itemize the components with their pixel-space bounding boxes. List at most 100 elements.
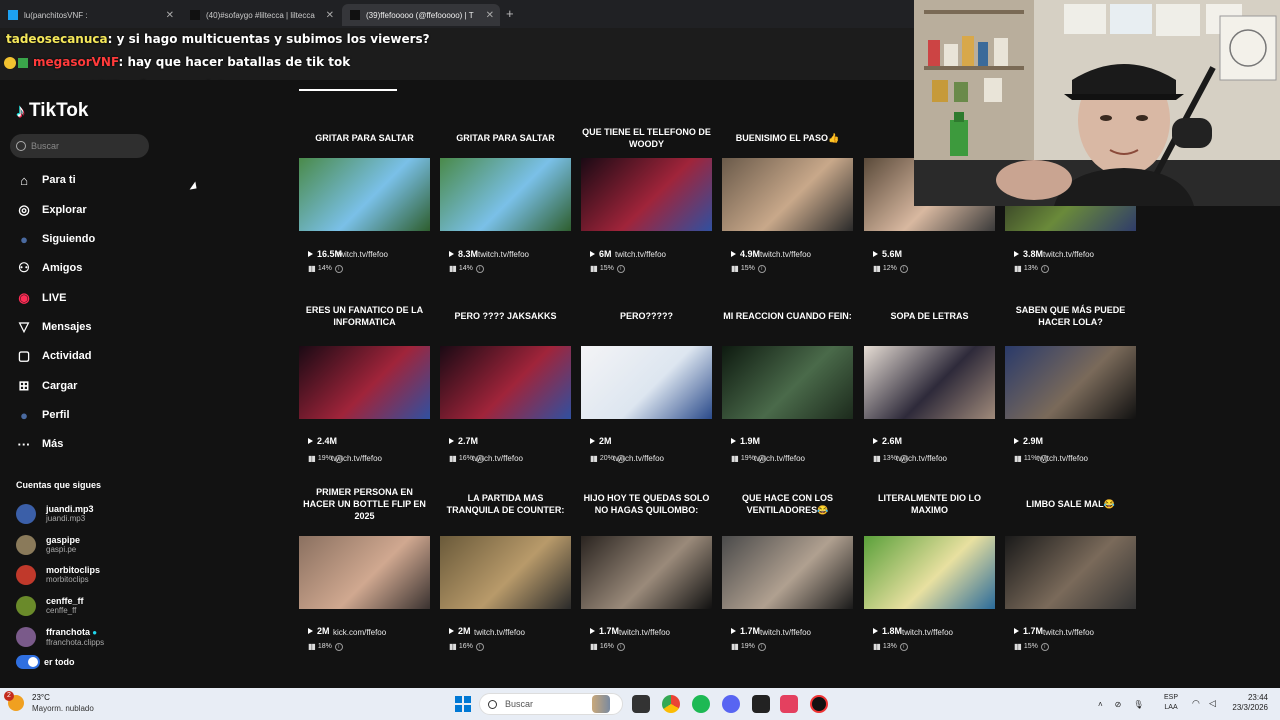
info-icon[interactable]: i <box>334 642 343 651</box>
info-icon[interactable]: i <box>334 264 343 273</box>
engagement-percent: ▮▮ 19% i <box>731 642 766 651</box>
video-thumbnail[interactable] <box>299 158 430 231</box>
browser-tab-title: (39)ffefooooo (@ffefooooo) | T <box>366 10 474 20</box>
video-thumbnail[interactable] <box>864 536 995 609</box>
info-icon[interactable]: i <box>475 454 484 463</box>
video-thumbnail[interactable] <box>722 536 853 609</box>
video-card[interactable]: PRIMER PERSONA EN HACER UN BOTTLE FLIP E… <box>299 484 430 651</box>
video-thumbnail[interactable] <box>722 158 853 231</box>
video-card[interactable]: SABEN QUE MÁS PUEDE HACER LOLA? 2.9M twitc… <box>1005 296 1136 463</box>
video-thumbnail[interactable] <box>581 158 712 231</box>
video-thumbnail[interactable] <box>581 346 712 419</box>
following-account[interactable]: morbitoclips morbitoclips <box>16 563 100 587</box>
video-card[interactable]: PERO ???? JAKSAKKS 2.7M twitch.tv/ffefoo ▮▮… <box>440 296 571 463</box>
network-icon[interactable]: ⊘ <box>1115 700 1122 709</box>
tray-chevron-icon[interactable]: ˄ <box>1098 700 1103 709</box>
sidebar-item-cargar[interactable]: ⊞ Cargar <box>16 376 78 396</box>
language-indicator[interactable]: ESP LAA <box>1164 693 1178 713</box>
widgets-icon[interactable] <box>592 695 610 713</box>
info-icon[interactable]: i <box>899 642 908 651</box>
video-card[interactable]: GRITAR PARA SALTAR 8.3M twitch.tv/ffefoo ▮▮… <box>440 118 571 273</box>
new-tab-button[interactable]: + <box>506 6 514 21</box>
video-card[interactable]: QUE TIENE EL TELEFONO DE WOODY 6M twitch.t… <box>581 118 712 273</box>
tiktok-logo[interactable]: ♪ TikTok <box>16 100 88 122</box>
info-icon[interactable]: i <box>1040 264 1049 273</box>
following-account[interactable]: ffranchota ● ffranchota.clipps <box>16 625 104 649</box>
sidebar-item-para-ti[interactable]: ⌂ Para ti <box>16 170 76 190</box>
video-card[interactable]: LA PARTIDA MAS TRANQUILA DE COUNTER: 2M tw… <box>440 484 571 651</box>
sidebar-item-actividad[interactable]: ▢ Actividad <box>16 346 92 366</box>
following-account[interactable]: juandi.mp3 juandi.mp3 <box>16 502 94 526</box>
info-icon[interactable]: i <box>757 642 766 651</box>
info-icon[interactable]: i <box>616 454 625 463</box>
video-thumbnail[interactable] <box>581 536 712 609</box>
video-card[interactable]: LITERALMENTE DIO LO MAXIMO 1.8M twitch.tv/… <box>864 484 995 651</box>
tiktok-app-icon[interactable] <box>780 695 798 713</box>
video-thumbnail[interactable] <box>299 536 430 609</box>
obs-icon[interactable] <box>810 695 828 713</box>
video-thumbnail[interactable] <box>440 536 571 609</box>
info-icon[interactable]: i <box>616 642 625 651</box>
info-icon[interactable]: i <box>757 454 766 463</box>
browser-tab[interactable]: lu(panchitosVNF : ✕ <box>0 4 180 26</box>
info-icon[interactable]: i <box>757 264 766 273</box>
video-card[interactable]: HIJO HOY TE QUEDAS SOLO NO HAGAS QUILOMB… <box>581 484 712 651</box>
video-card[interactable]: QUE HACE CON LOS VENTILADORES😂 1.7M twitch… <box>722 484 853 651</box>
system-clock[interactable]: 23:44 23/3/2026 <box>1222 693 1268 713</box>
sidebar-item-live[interactable]: ◉ LIVE <box>16 288 66 308</box>
close-tab-icon[interactable]: ✕ <box>486 10 494 21</box>
video-thumbnail[interactable] <box>722 346 853 419</box>
webcam-overlay <box>914 0 1280 206</box>
following-account[interactable]: gaspipe gaspi.pe <box>16 533 80 557</box>
video-card[interactable]: PERO????? 2M twitch.tv/ffefoo ▮▮ 20% i <box>581 296 712 463</box>
video-thumbnail[interactable] <box>1005 536 1136 609</box>
info-icon[interactable]: i <box>1040 454 1049 463</box>
video-thumbnail[interactable] <box>440 158 571 231</box>
close-tab-icon[interactable]: ✕ <box>326 10 334 21</box>
info-icon[interactable]: i <box>616 264 625 273</box>
sidebar-item-siguiendo[interactable]: ● Siguiendo <box>16 229 95 249</box>
browser-tab[interactable]: (40)#sofaygo #liltecca | liltecca ✕ <box>182 4 340 26</box>
video-thumbnail[interactable] <box>864 346 995 419</box>
app-icon[interactable] <box>752 695 770 713</box>
file-explorer-icon[interactable] <box>632 695 650 713</box>
video-card[interactable]: SOPA DE LETRAS 2.6M twitch.tv/ffefoo ▮▮ 13% i <box>864 296 995 463</box>
info-icon[interactable]: i <box>899 264 908 273</box>
info-icon[interactable]: i <box>899 454 908 463</box>
sidebar-item-perfil[interactable]: ● Perfil <box>16 405 69 425</box>
video-card[interactable]: MI REACCION CUANDO FEIN: 1.9M twitch.tv/ff… <box>722 296 853 463</box>
sidebar-item-mensajes[interactable]: ▽ Mensajes <box>16 317 92 337</box>
chrome-icon[interactable] <box>662 695 680 713</box>
info-icon[interactable]: i <box>1040 642 1049 651</box>
browser-tab[interactable]: (39)ffefooooo (@ffefooooo) | T ✕ <box>342 4 500 26</box>
start-button[interactable] <box>455 696 471 712</box>
video-thumbnail[interactable] <box>299 346 430 419</box>
sidebar-item-m-s[interactable]: ··· Más <box>16 434 64 454</box>
video-caption: LIMBO SALE MAL😂 <box>1026 499 1115 509</box>
following-account[interactable]: cenffe_ff cenffe_ff <box>16 594 84 618</box>
sidebar-item-label: Siguiendo <box>42 233 96 245</box>
volume-icon[interactable]: ◁ <box>1209 698 1216 709</box>
info-icon[interactable]: i <box>334 454 343 463</box>
spotify-icon[interactable] <box>692 695 710 713</box>
video-card[interactable]: ERES UN FANATICO DE LA INFORMATICA 2.4M tw… <box>299 296 430 463</box>
wifi-icon[interactable]: ◠ <box>1192 698 1200 709</box>
search-input[interactable] <box>31 141 141 151</box>
view-count: 3.8M <box>1014 249 1043 259</box>
sidebar-item-amigos[interactable]: ⚇ Amigos <box>16 258 82 278</box>
see-all-link[interactable]: er todo <box>16 655 75 669</box>
video-card[interactable]: BUENISIMO EL PASO👍 4.9M twitch.tv/ffefoo ▮▮… <box>722 118 853 273</box>
discord-icon[interactable] <box>722 695 740 713</box>
video-card[interactable]: GRITAR PARA SALTAR 16.5M twitch.tv/ffefoo ▮… <box>299 118 430 273</box>
video-card[interactable]: LIMBO SALE MAL😂 1.7M twitch.tv/ffefoo ▮▮ 15%… <box>1005 484 1136 651</box>
avatar <box>16 596 36 616</box>
video-thumbnail[interactable] <box>1005 346 1136 419</box>
search-box[interactable] <box>10 134 149 158</box>
weather-widget[interactable]: 2 23°C Mayorm. nublado <box>4 691 94 714</box>
close-tab-icon[interactable]: ✕ <box>166 10 174 21</box>
microphone-icon[interactable]: 🎙 <box>1133 700 1143 709</box>
video-thumbnail[interactable] <box>440 346 571 419</box>
info-icon[interactable]: i <box>475 264 484 273</box>
info-icon[interactable]: i <box>475 642 484 651</box>
sidebar-item-explorar[interactable]: ◎ Explorar <box>16 200 86 220</box>
